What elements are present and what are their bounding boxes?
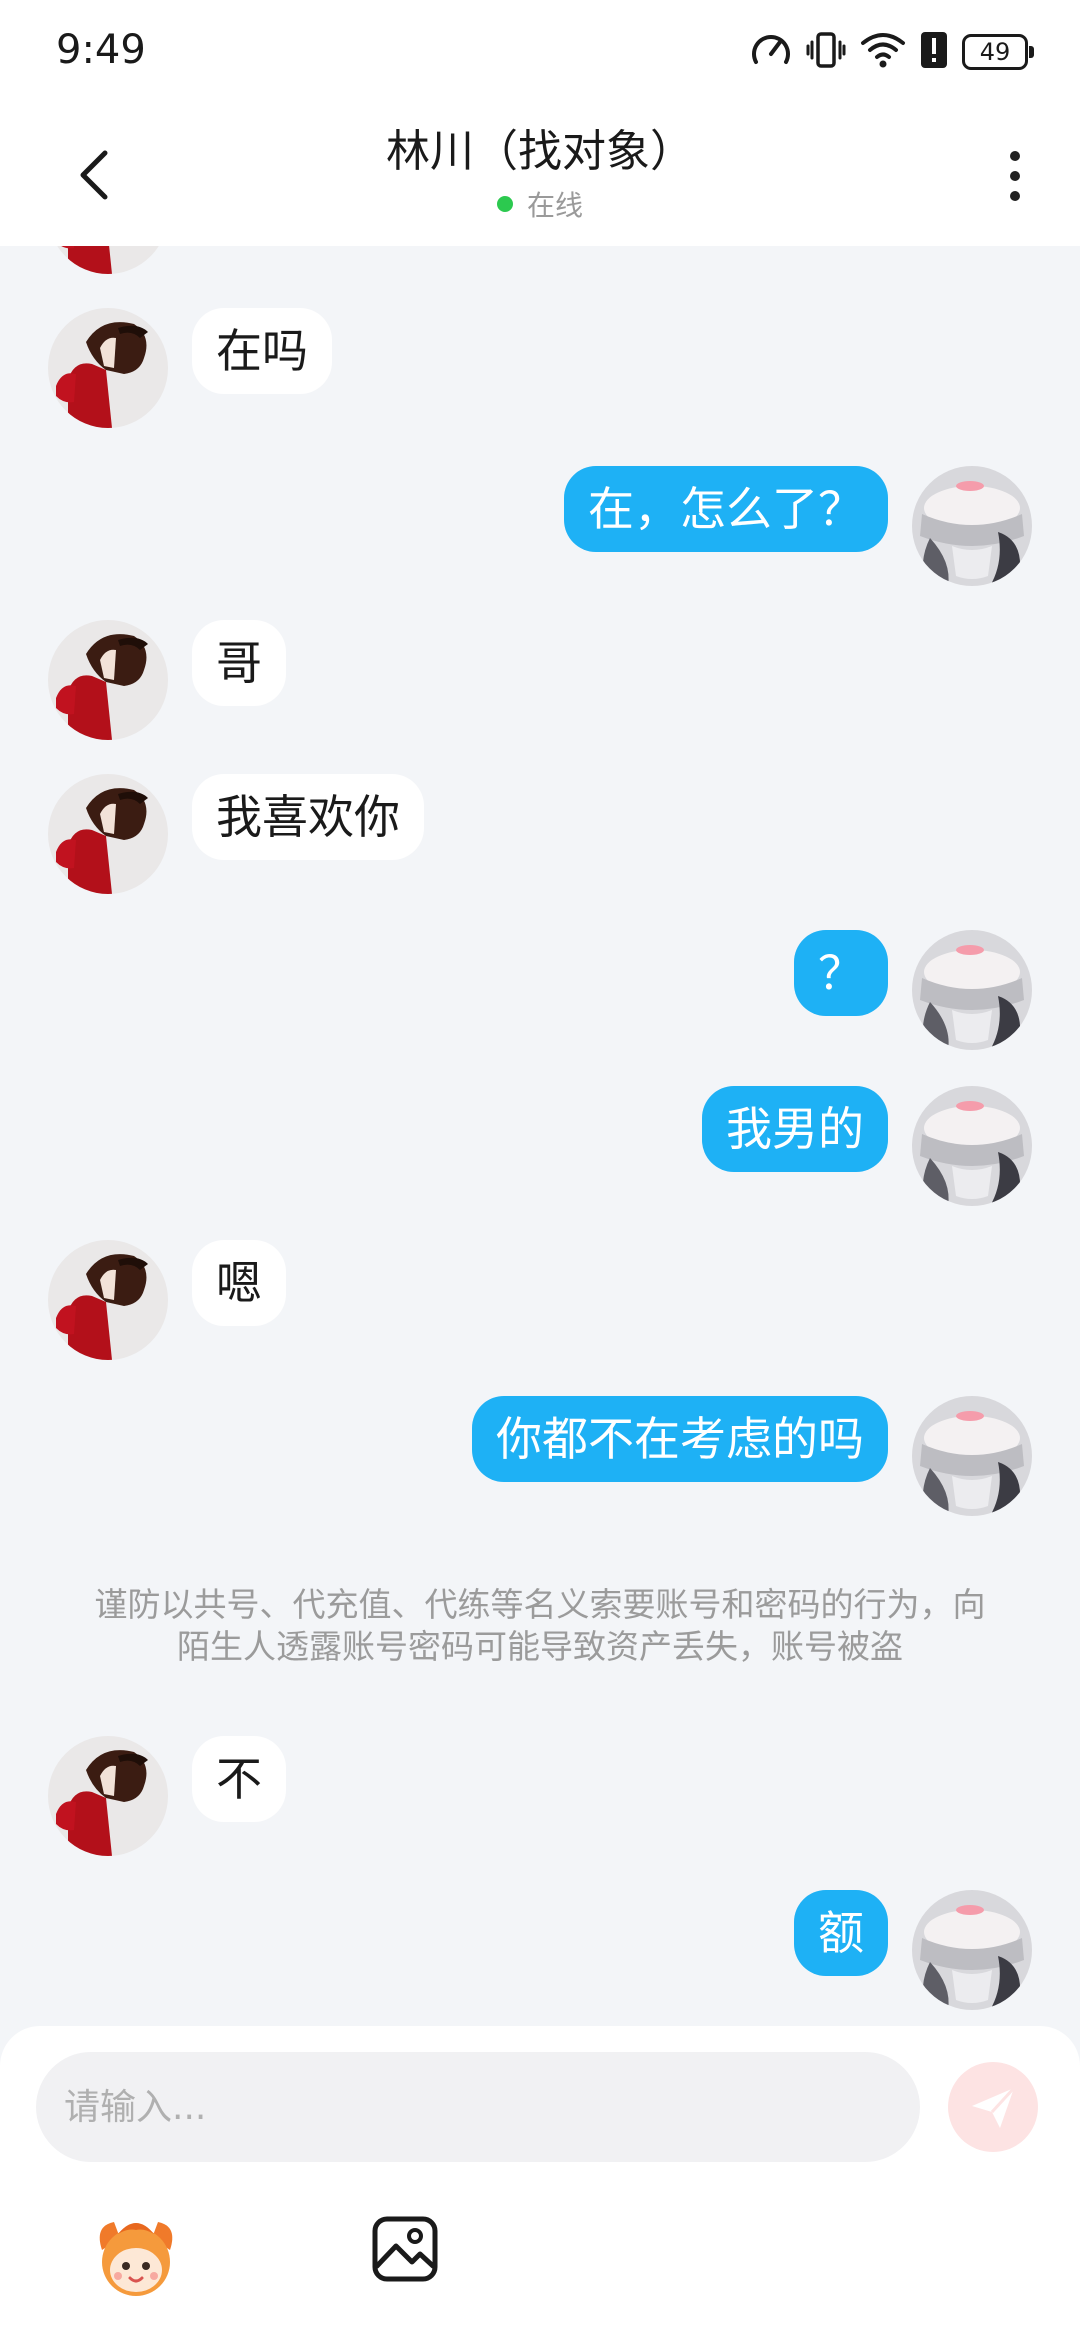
my-avatar[interactable] xyxy=(912,930,1032,1050)
contact-avatar[interactable] xyxy=(48,1736,168,1856)
message-row: 嗯 xyxy=(0,1240,1080,1360)
status-bar: 9:49 49 xyxy=(0,0,1080,100)
sticker-button[interactable] xyxy=(88,2208,184,2304)
message-bubble-outgoing[interactable]: 额 xyxy=(794,1890,888,1976)
message-bubble-outgoing[interactable]: 在，怎么了？ xyxy=(564,466,888,552)
chat-header: 林川（找对象） 在线 xyxy=(0,100,1080,246)
send-icon xyxy=(972,2086,1016,2128)
image-icon xyxy=(372,2216,438,2282)
contact-avatar[interactable] xyxy=(48,1240,168,1360)
speed-icon xyxy=(750,30,792,74)
online-dot xyxy=(496,196,513,212)
status-icons: 49 xyxy=(736,30,1034,74)
image-button[interactable] xyxy=(370,2214,440,2284)
my-avatar[interactable] xyxy=(912,1086,1032,1206)
message-row: 你都不在考虑的吗 xyxy=(0,1396,1080,1516)
message-bubble-incoming[interactable]: 不 xyxy=(192,1736,286,1822)
message-row: 不 xyxy=(0,1736,1080,1856)
contact-avatar[interactable] xyxy=(48,620,168,740)
contact-avatar[interactable] xyxy=(48,308,168,428)
message-row: ？ xyxy=(0,930,1080,1050)
message-row: 我男的 xyxy=(0,1086,1080,1206)
message-row: 在吗 xyxy=(0,308,1080,428)
message-row: 我喜欢你 xyxy=(0,774,1080,894)
my-avatar[interactable] xyxy=(912,1396,1032,1516)
message-bubble-incoming[interactable]: 嗯 xyxy=(192,1240,286,1326)
send-button[interactable] xyxy=(948,2062,1038,2152)
message-bubble-incoming[interactable]: 在吗 xyxy=(192,308,332,394)
message-row: 额 xyxy=(0,1890,1080,2010)
my-avatar[interactable] xyxy=(912,466,1032,586)
my-avatar[interactable] xyxy=(912,1890,1032,2010)
sticker-icon xyxy=(99,2222,173,2296)
contact-avatar[interactable] xyxy=(48,774,168,894)
contact-name: 林川（找对象） xyxy=(386,126,694,177)
message-row: 哥 xyxy=(0,620,1080,740)
status-time: 9:49 xyxy=(56,27,146,73)
contact-avatar[interactable] xyxy=(48,246,168,274)
composer xyxy=(0,2026,1080,2340)
chat-messages[interactable]: 在吗 在，怎么了？ 哥 我喜欢你 ？ 我男的 嗯 你都不在考虑的吗 谨防以共号、… xyxy=(0,246,1080,2026)
message-input[interactable] xyxy=(36,2052,920,2162)
security-notice: 谨防以共号、代充值、代练等名义索要账号和密码的行为，向陌生人透露账号密码可能导致… xyxy=(94,1585,986,1666)
battery-icon: 49 xyxy=(962,34,1034,70)
message-bubble-outgoing[interactable]: 你都不在考虑的吗 xyxy=(472,1396,888,1482)
more-vertical-icon xyxy=(1010,151,1020,161)
message-bubble-incoming[interactable]: 哥 xyxy=(192,620,286,706)
more-options-button[interactable] xyxy=(980,136,1050,216)
message-row: 在，怎么了？ xyxy=(0,466,1080,586)
wifi-icon xyxy=(860,31,906,73)
message-bubble-incoming[interactable]: 我喜欢你 xyxy=(192,774,424,860)
message-bubble-outgoing[interactable]: ？ xyxy=(794,930,888,1016)
message-bubble-outgoing[interactable]: 我男的 xyxy=(702,1086,888,1172)
vibrate-icon xyxy=(806,30,846,74)
alert-icon xyxy=(920,31,948,73)
online-status-label: 在线 xyxy=(526,189,583,222)
online-status: 在线 xyxy=(0,184,1080,224)
